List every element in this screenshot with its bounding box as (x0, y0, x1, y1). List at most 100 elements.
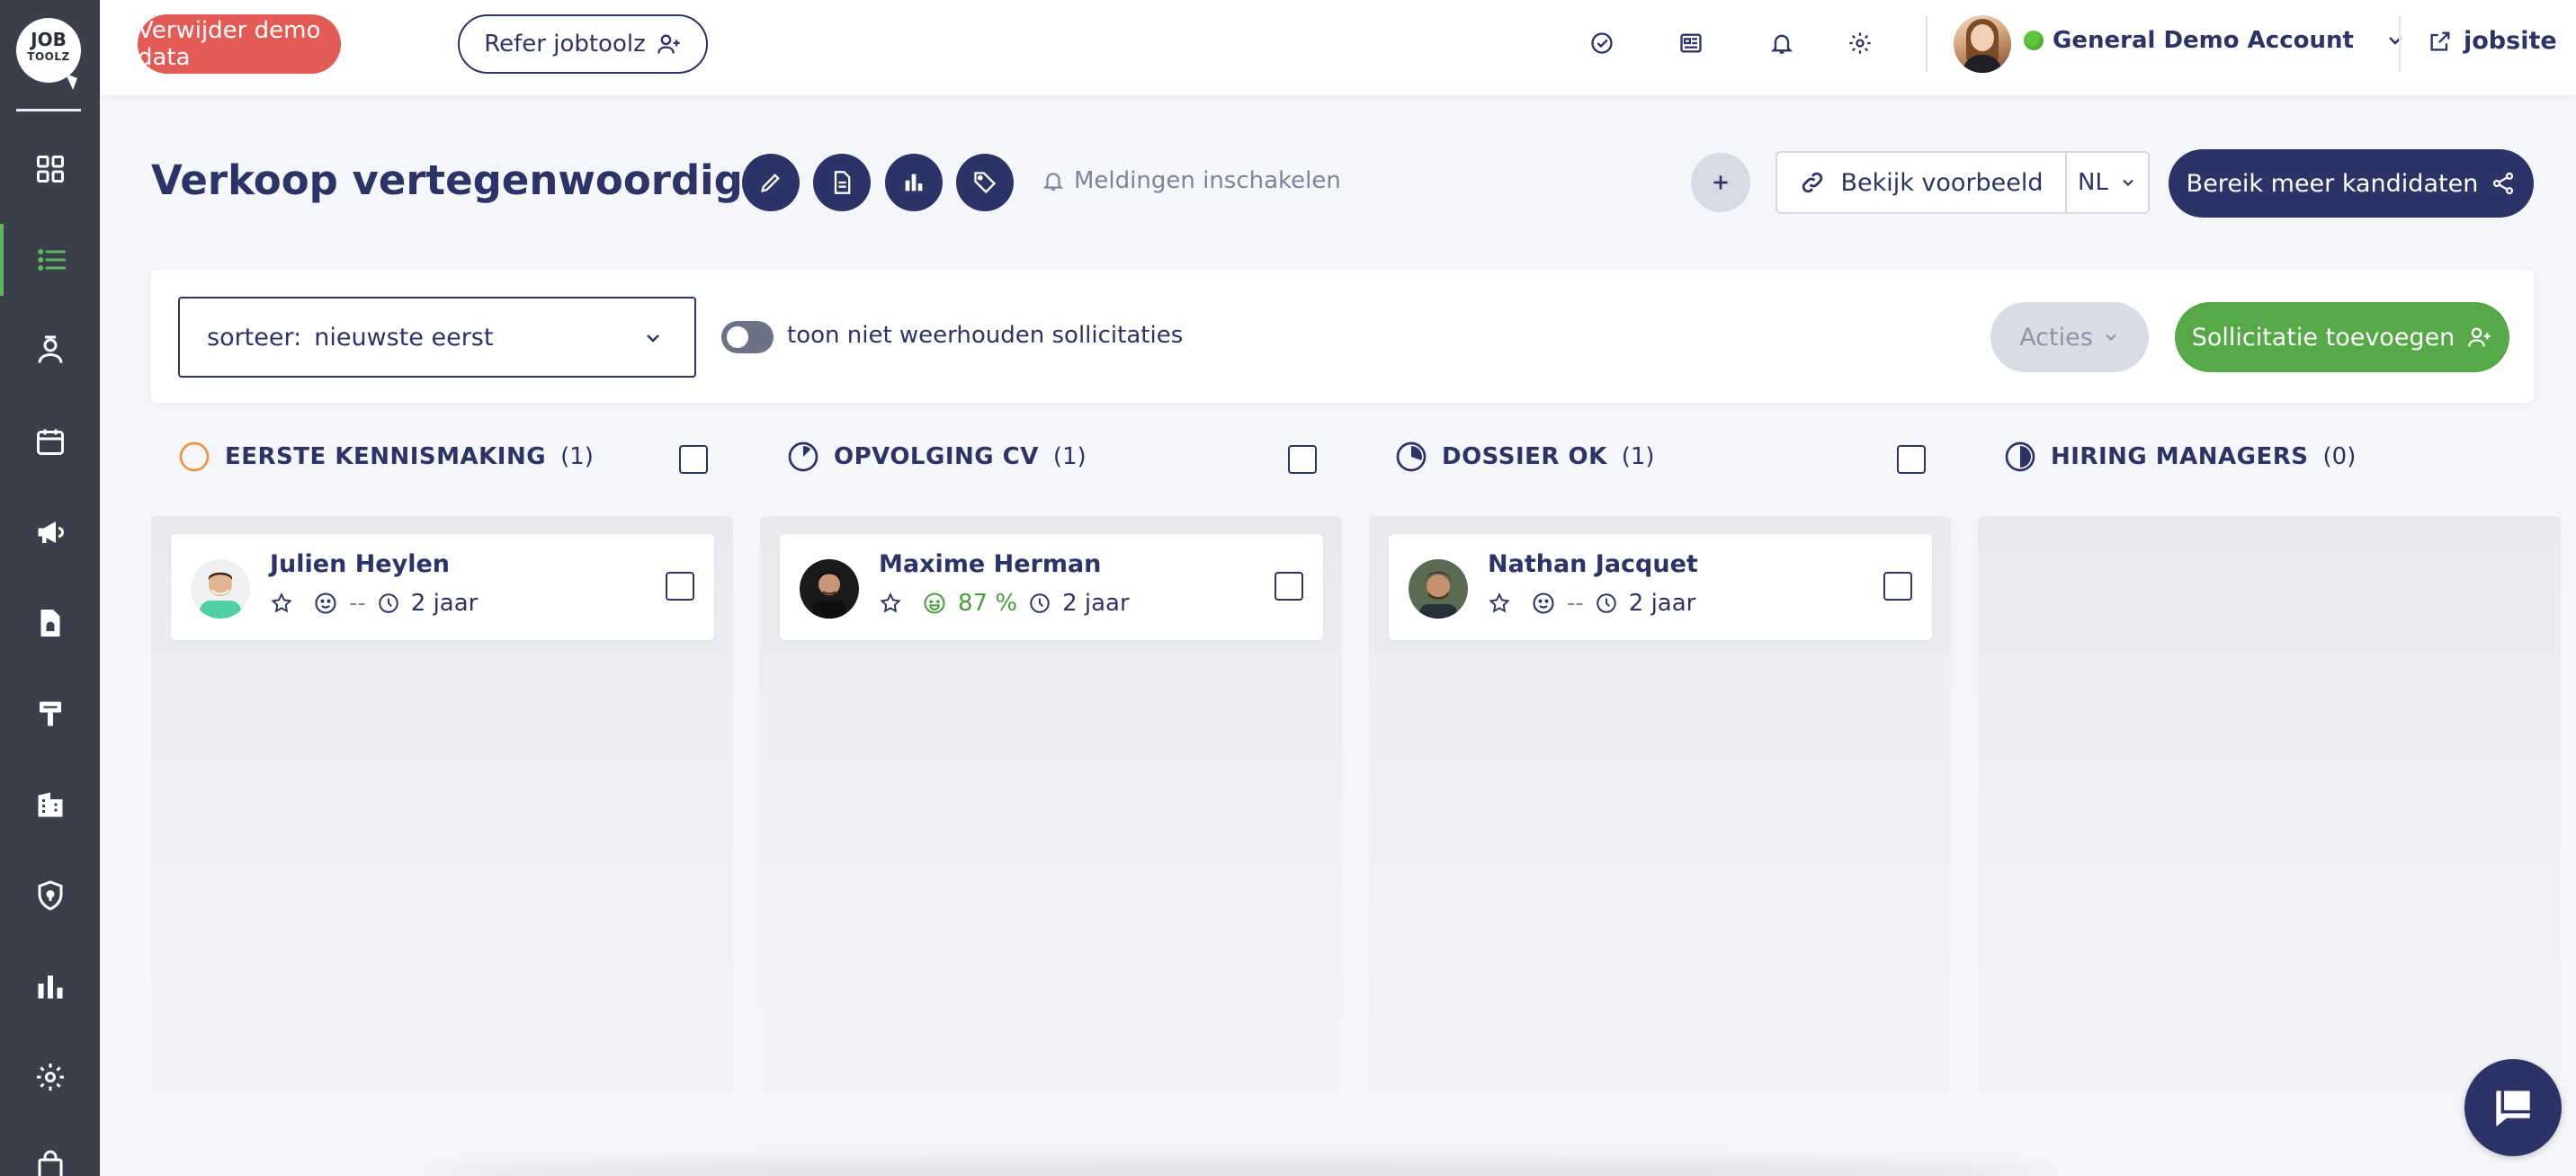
delete-demo-data-label: Verwijder demo data (138, 17, 321, 71)
sidebar-item-agenda[interactable] (0, 405, 100, 477)
jobsite-link[interactable]: jobsite (2428, 27, 2557, 55)
account-name: General Demo Account (2053, 27, 2354, 54)
column-title: EERSTE KENNISMAKING (225, 443, 547, 470)
candidate-card[interactable]: Julien Heylen -- 2 jaar (171, 534, 714, 640)
bar-chart-icon (38, 976, 62, 999)
settings-button[interactable] (1844, 27, 1876, 59)
candidate-name[interactable]: Julien Heylen (270, 550, 450, 578)
half-pie-icon (2005, 441, 2035, 472)
person-icon (38, 335, 62, 363)
building-icon (38, 792, 62, 817)
delete-demo-data-button[interactable]: Verwijder demo data (138, 14, 341, 74)
column-select-checkbox[interactable] (679, 445, 708, 474)
candidate-age: 2 jaar (1628, 590, 1696, 617)
edit-job-button[interactable] (742, 154, 800, 211)
candidate-card[interactable]: Nathan Jacquet -- 2 jaar (1389, 534, 1932, 640)
quarter-pie-icon (788, 441, 818, 472)
add-application-button[interactable]: Sollicitatie toevoegen (2175, 302, 2509, 372)
document-icon (834, 171, 851, 194)
sidebar-item-campagnes[interactable] (0, 496, 100, 568)
candidate-name[interactable]: Maxime Herman (879, 550, 1101, 578)
column-title: DOSSIER OK (1442, 443, 1607, 470)
candidate-checkbox[interactable] (666, 572, 694, 601)
language-value: NL (2078, 169, 2108, 196)
star-icon[interactable] (1488, 592, 1511, 615)
candidate-checkbox[interactable] (1275, 572, 1303, 601)
sidebar-item-bedrijven[interactable] (0, 769, 100, 841)
column-select-checkbox[interactable] (1288, 445, 1317, 474)
star-icon[interactable] (270, 592, 293, 615)
add-button[interactable] (1691, 153, 1750, 212)
tasks-button[interactable] (1586, 27, 1618, 59)
candidate-checkbox[interactable] (1883, 572, 1912, 601)
job-stats-button[interactable] (885, 154, 943, 211)
shield-icon (38, 880, 62, 911)
actions-dropdown[interactable]: Acties (1990, 302, 2149, 372)
sidebar-item-shop[interactable] (0, 1129, 100, 1176)
three-quarter-pie-icon (1396, 441, 1427, 472)
check-circle-icon (1591, 32, 1613, 54)
reach-more-candidates-label: Bereik meer kandidaten (2186, 169, 2479, 198)
pencil-icon (761, 174, 780, 192)
topbar-separator (2399, 16, 2401, 72)
column-count: (0) (2322, 443, 2357, 470)
candidate-meta: -- 2 jaar (1488, 590, 1695, 617)
notifications-button[interactable] (1766, 27, 1798, 59)
page-title: Verkoop vertegenwoordiger (151, 156, 791, 204)
topbar-separator (1926, 16, 1928, 72)
gear-icon (1849, 32, 1871, 54)
column-count: (1) (560, 443, 594, 470)
bag-icon (38, 1150, 62, 1176)
sidebar-item-instellingen[interactable] (0, 1041, 100, 1113)
candidate-name[interactable]: Nathan Jacquet (1488, 550, 1698, 578)
candidate-score: 87 % (958, 590, 1018, 617)
star-icon[interactable] (879, 592, 902, 615)
sidebar-item-branding[interactable] (0, 678, 100, 750)
smiley-icon (315, 592, 336, 614)
grid-icon (36, 156, 64, 183)
megaphone-icon (38, 521, 64, 543)
sidebar-item-dashboard[interactable] (0, 133, 100, 205)
avatar[interactable] (1954, 15, 2011, 73)
actions-label: Acties (2019, 323, 2093, 352)
news-button[interactable] (1675, 27, 1707, 59)
column-title: OPVOLGING CV (834, 443, 1039, 470)
sidebar-item-beveiliging[interactable] (0, 860, 100, 931)
plus-icon (1713, 175, 1728, 190)
sidebar-item-documenten[interactable] (0, 587, 100, 659)
show-rejected-label: toon niet weerhouden sollicitaties (787, 322, 1184, 349)
preview-button[interactable]: Bekijk voorbeeld (1777, 153, 2067, 212)
empty-circle-icon (179, 441, 210, 472)
enable-notifications-link[interactable]: Meldingen inschakelen (1042, 167, 1341, 194)
sort-select[interactable]: sorteer: nieuwste eerst (178, 297, 696, 378)
refer-jobtoolz-label: Refer jobtoolz (484, 31, 646, 58)
jobtoolz-logo[interactable]: JOB TOOLZ (16, 18, 81, 90)
smiley-icon (1533, 592, 1554, 614)
sidebar-item-statistieken[interactable] (0, 950, 100, 1022)
column-select-checkbox[interactable] (1897, 445, 1926, 474)
sidebar-item-kandidaten[interactable] (0, 315, 100, 387)
candidate-score: -- (349, 590, 366, 617)
sidebar-item-vacatures[interactable] (0, 224, 100, 296)
avatar (1409, 559, 1468, 619)
candidate-meta: -- 2 jaar (270, 590, 478, 617)
preview-label: Bekijk voorbeeld (1840, 168, 2044, 197)
language-select[interactable]: NL (2067, 169, 2148, 196)
pipeline-column-opvolging-cv: Maxime Herman 87 % 2 jaar (760, 516, 1342, 1109)
candidate-card[interactable]: Maxime Herman 87 % 2 jaar (780, 534, 1323, 640)
pipeline-column-dossier-ok: Nathan Jacquet -- 2 jaar (1369, 516, 1951, 1109)
avatar (191, 559, 250, 619)
chat-button[interactable] (2464, 1059, 2562, 1156)
column-count: (1) (1621, 443, 1655, 470)
column-header-opvolging-cv: OPVOLGING CV (1) (787, 441, 1087, 473)
job-document-button[interactable] (813, 154, 871, 211)
file-icon (40, 610, 59, 637)
show-rejected-toggle[interactable] (721, 321, 774, 353)
candidate-age: 2 jaar (1062, 590, 1130, 617)
reach-more-candidates-button[interactable]: Bereik meer kandidaten (2169, 149, 2534, 218)
refer-jobtoolz-button[interactable]: Refer jobtoolz (458, 14, 708, 74)
pipeline-column-hiring-managers (1978, 516, 2561, 1109)
job-tags-button[interactable] (956, 154, 1014, 211)
account-switcher[interactable]: General Demo Account (2024, 27, 2406, 54)
bell-icon (1770, 34, 1793, 54)
